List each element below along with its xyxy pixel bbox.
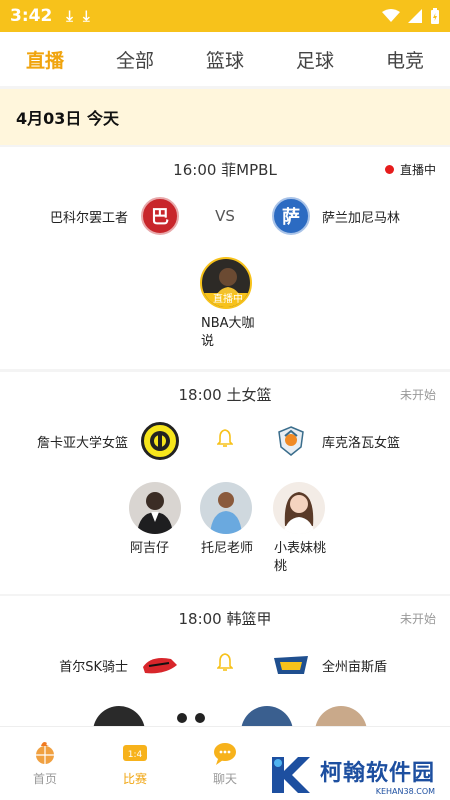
home-team-logo bbox=[141, 646, 179, 684]
away-team-name: 全州亩斯盾 bbox=[322, 660, 388, 675]
download-icon: ⤓ bbox=[82, 7, 90, 25]
away-team-name: 萨兰加尼马林 bbox=[322, 211, 401, 226]
svg-text:1:4: 1:4 bbox=[128, 750, 143, 760]
team-crest-icon bbox=[274, 656, 308, 674]
nav-home[interactable]: 首页 bbox=[0, 727, 90, 800]
tab-esports[interactable]: 电竞 bbox=[360, 46, 450, 73]
away-team-logo bbox=[272, 646, 310, 684]
person-avatar-icon bbox=[137, 492, 173, 534]
status-time: 3:42 bbox=[10, 6, 53, 26]
bell-icon[interactable] bbox=[217, 428, 233, 448]
match-status: 未开始 bbox=[400, 610, 436, 627]
scoreboard-icon: 1:4 bbox=[123, 745, 147, 761]
basketball-flame-icon bbox=[36, 742, 54, 764]
download-icon: ⤓ bbox=[66, 7, 73, 25]
host-name: 阿吉仔 bbox=[130, 541, 170, 556]
home-team-logo bbox=[141, 422, 179, 460]
match-status-label: 未开始 bbox=[399, 612, 436, 626]
date-header: 4月03日 今天 bbox=[0, 89, 450, 145]
home-team-name: 首尔SK骑士 bbox=[59, 660, 128, 675]
host-item[interactable]: 小表妹桃桃 bbox=[268, 482, 330, 576]
nav-matches-label: 比赛 bbox=[122, 772, 147, 786]
kehan-logo-icon bbox=[272, 757, 310, 793]
match-card[interactable]: 16:00 菲MPBL 直播中 巴科尔罢工者 巴 VS 萨 萨兰加尼马林 24 … bbox=[0, 147, 450, 369]
bell-icon[interactable] bbox=[217, 652, 233, 672]
host-avatar bbox=[273, 482, 325, 534]
watermark: 柯翰软件园 KEHAN38.COM bbox=[258, 750, 450, 800]
match-status: 未开始 bbox=[400, 386, 436, 403]
match-status-label: 未开始 bbox=[399, 388, 436, 402]
tab-live[interactable]: 直播 bbox=[0, 46, 90, 73]
match-time-league: 16:00 菲MPBL bbox=[173, 161, 277, 179]
away-team-name: 库克洛瓦女篮 bbox=[322, 436, 401, 451]
signal-icon bbox=[408, 9, 422, 23]
host-name: 托尼老师 bbox=[201, 541, 254, 556]
team-crest-icon bbox=[143, 658, 177, 674]
host-item[interactable]: 24 直播中 NBA大咖说 bbox=[195, 257, 257, 351]
away-team-logo bbox=[272, 422, 310, 460]
host-name: NBA大咖说 bbox=[201, 316, 255, 349]
away-team-logo-char: 萨 bbox=[282, 207, 300, 228]
nav-matches[interactable]: 1:4 比赛 bbox=[90, 727, 180, 800]
match-status: 直播中 bbox=[384, 161, 436, 178]
host-live-tag: 直播中 bbox=[202, 293, 250, 307]
nav-chat[interactable]: 聊天 bbox=[180, 727, 270, 800]
match-time-league: 18:00 土女篮 bbox=[178, 386, 272, 404]
host-item[interactable]: 阿吉仔 bbox=[124, 482, 186, 558]
home-team-name: 詹卡亚大学女篮 bbox=[36, 436, 128, 451]
tab-basketball[interactable]: 篮球 bbox=[180, 46, 270, 73]
team-crest-icon bbox=[150, 431, 170, 451]
match-card[interactable]: 18:00 韩篮甲 未开始 首尔SK骑士 全州亩斯盾 bbox=[0, 596, 450, 758]
host-avatar: 24 直播中 bbox=[200, 257, 252, 309]
person-avatar-icon bbox=[283, 492, 315, 534]
tab-football[interactable]: 足球 bbox=[270, 46, 360, 73]
watermark-cn: 柯翰软件园 bbox=[320, 760, 436, 786]
match-card[interactable]: 18:00 土女篮 未开始 詹卡亚大学女篮 库克洛瓦女篮 阿吉仔 托尼老师 小表… bbox=[0, 372, 450, 594]
nav-chat-label: 聊天 bbox=[212, 772, 237, 786]
chat-bubble-icon bbox=[214, 743, 236, 765]
match-status-label: 直播中 bbox=[399, 163, 436, 177]
host-avatar bbox=[200, 482, 252, 534]
person-avatar-icon bbox=[210, 492, 242, 534]
tab-all[interactable]: 全部 bbox=[90, 46, 180, 73]
live-dot-icon bbox=[384, 165, 394, 174]
away-team-logo: 萨 bbox=[272, 197, 310, 235]
watermark-en: KEHAN38.COM bbox=[375, 786, 436, 796]
host-item[interactable]: 托尼老师 bbox=[195, 482, 257, 558]
status-bar: 3:42 ⤓ ⤓ bbox=[0, 0, 450, 32]
battery-icon bbox=[431, 8, 439, 24]
team-crest-icon bbox=[278, 426, 304, 456]
nav-home-label: 首页 bbox=[32, 772, 57, 786]
host-avatar bbox=[129, 482, 181, 534]
host-name: 小表妹桃桃 bbox=[274, 541, 327, 574]
category-tabs: 直播 全部 篮球 足球 电竞 bbox=[0, 32, 450, 86]
match-time-league: 18:00 韩篮甲 bbox=[178, 610, 272, 628]
wifi-icon bbox=[382, 9, 400, 22]
